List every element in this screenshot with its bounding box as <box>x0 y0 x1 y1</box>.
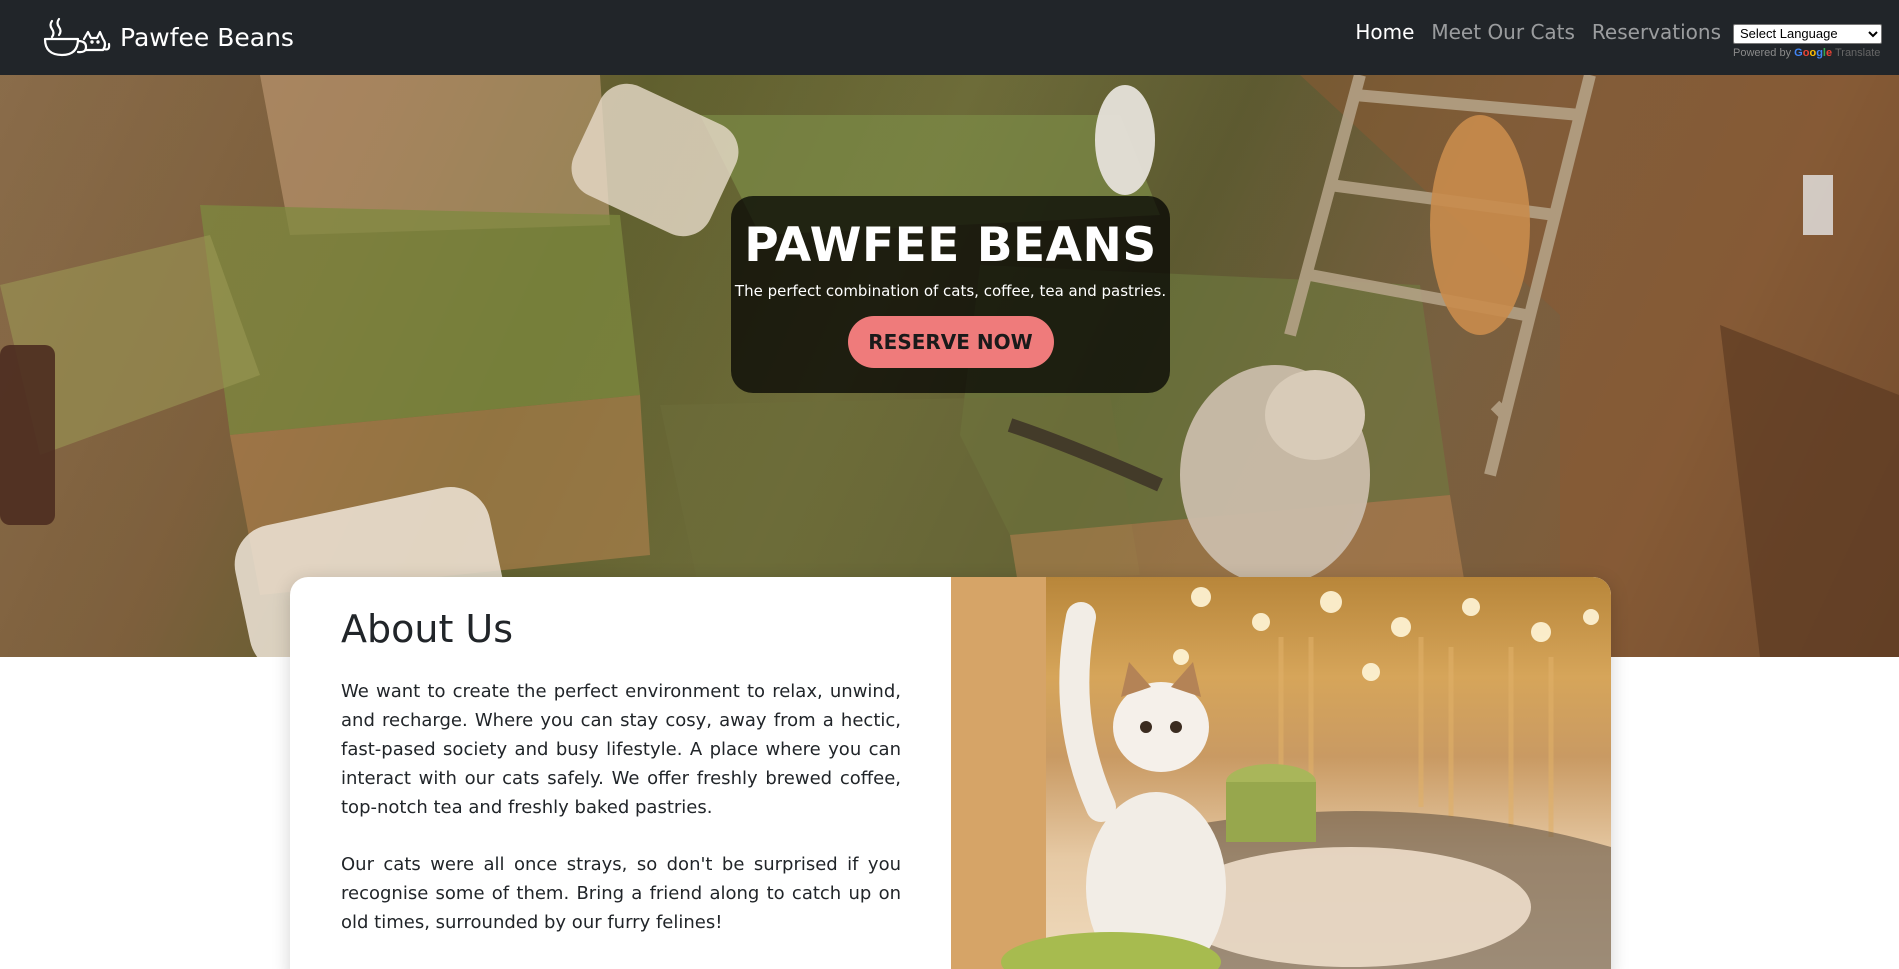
nav-link-reservations[interactable]: Reservations <box>1592 20 1721 44</box>
about-us-paragraph: We want to create the perfect environmen… <box>341 681 901 818</box>
about-us-card: About Us We want to create the perfect e… <box>290 577 1611 969</box>
cafe-cat-photo <box>951 577 1611 969</box>
language-select[interactable]: Select Language <box>1733 23 1882 44</box>
hero-subtitle: The perfect combination of cats, coffee,… <box>734 282 1167 300</box>
powered-by-label: Powered by <box>1733 46 1792 59</box>
nav-link-meet-our-cats[interactable]: Meet Our Cats <box>1431 20 1575 44</box>
cat-cafe-image <box>951 577 1611 969</box>
translate-link[interactable]: Translate <box>1835 47 1880 59</box>
reserve-now-button[interactable]: RESERVE NOW <box>847 316 1054 368</box>
about-us-paragraph: Our cats were all once strays, so don't … <box>341 854 901 933</box>
about-us-title: About Us <box>341 607 514 651</box>
powered-by-google: Powered by Google Translate <box>1733 47 1888 59</box>
hero-card: PAWFEE BEANS The perfect combination of … <box>731 196 1170 393</box>
nav-links: Home Meet Our Cats Reservations <box>1355 20 1721 44</box>
google-translate-widget: Select Language Powered by Google Transl… <box>1733 23 1888 59</box>
brand-name: Pawfee Beans <box>120 22 294 52</box>
cat-coffee-cup-icon <box>43 17 111 57</box>
google-logo-icon: Google <box>1794 46 1833 59</box>
nav-link-home[interactable]: Home <box>1355 20 1414 44</box>
hero-section: PAWFEE BEANS The perfect combination of … <box>0 75 1899 657</box>
brand-link[interactable]: Pawfee Beans <box>40 13 294 61</box>
navbar: Pawfee Beans Home Meet Our Cats Reservat… <box>0 0 1899 75</box>
about-us-text: About Us We want to create the perfect e… <box>341 607 901 937</box>
hero-title: PAWFEE BEANS <box>744 218 1157 273</box>
